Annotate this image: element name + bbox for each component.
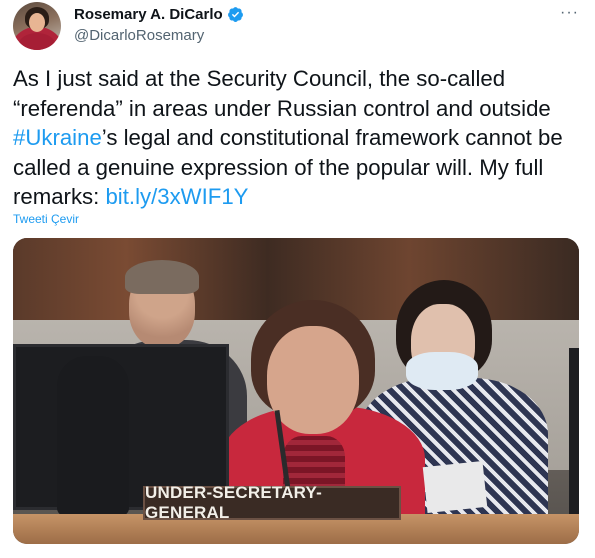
tweet-card[interactable]: Rosemary A. DiCarlo @DicarloRosemary ···… (0, 0, 595, 558)
verified-badge-icon (227, 7, 243, 22)
remarks-link[interactable]: bit.ly/3xWIF1Y (105, 184, 248, 209)
avatar[interactable] (13, 2, 61, 50)
translate-tweet-link[interactable]: Tweeti Çevir (13, 212, 79, 226)
media-speaker-face (267, 326, 359, 434)
media-face-mask (406, 352, 478, 390)
media-man-hair (125, 260, 199, 294)
avatar-body (19, 33, 55, 50)
more-options-icon[interactable]: ··· (560, 4, 579, 22)
hashtag-link[interactable]: #Ukraine (13, 125, 102, 150)
author-display-name[interactable]: Rosemary A. DiCarlo (74, 6, 223, 23)
tweet-text: As I just said at the Security Council, … (13, 64, 583, 212)
media-monitor-right (569, 348, 579, 518)
avatar-face (29, 13, 45, 32)
author-name-row[interactable]: Rosemary A. DiCarlo (74, 6, 244, 23)
media-papers (422, 460, 488, 514)
media-monitor-stand (57, 356, 129, 516)
author-handle[interactable]: @DicarloRosemary (74, 27, 204, 44)
tweet-text-part1: As I just said at the Security Council, … (13, 66, 551, 121)
media-nameplate: UNDER-SECRETARY-GENERAL (143, 483, 401, 522)
nameplate-text: UNDER-SECRETARY-GENERAL (145, 483, 322, 522)
tweet-media-image[interactable]: UNDER-SECRETARY-GENERAL (13, 238, 579, 544)
